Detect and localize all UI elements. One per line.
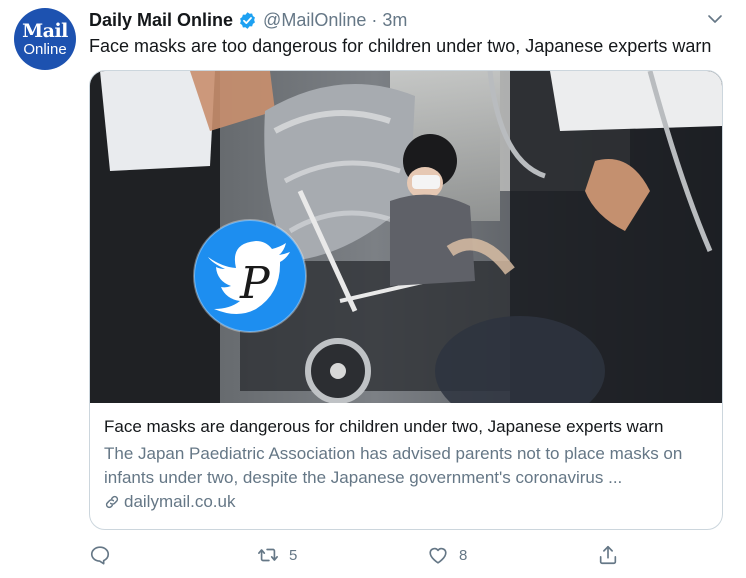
share-button[interactable] [597, 544, 619, 566]
tweet-header: Daily Mail Online @MailOnline · 3m [89, 8, 407, 32]
heart-icon [429, 547, 447, 564]
reply-button[interactable] [89, 544, 111, 566]
avatar-logo-line2: Online [23, 40, 67, 58]
retweet-count: 5 [289, 546, 298, 564]
card-domain-link[interactable]: dailymail.co.uk [104, 492, 714, 512]
chevron-down-icon[interactable] [706, 10, 724, 28]
verified-badge-icon [240, 11, 255, 29]
card-domain: dailymail.co.uk [124, 492, 236, 511]
reply-icon [90, 546, 110, 565]
watermark-badge: P [193, 219, 307, 333]
card-body: Face masks are dangerous for children un… [104, 417, 714, 512]
avatar[interactable]: Mail Online [14, 8, 76, 70]
share-icon [599, 545, 617, 565]
card-image[interactable]: P [90, 71, 723, 403]
link-card[interactable]: P Face masks are dangerous for children … [89, 70, 723, 530]
avatar-logo-line1: Mail [22, 19, 68, 42]
tweet-text: Face masks are too dangerous for childre… [89, 36, 712, 56]
display-name[interactable]: Daily Mail Online [89, 10, 233, 31]
action-bar: 5 8 [89, 536, 723, 576]
user-handle[interactable]: @MailOnline [263, 10, 366, 31]
card-description: The Japan Paediatric Association has adv… [104, 444, 683, 487]
retweet-button[interactable]: 5 [257, 544, 297, 566]
retweet-icon [258, 548, 278, 562]
like-button[interactable]: 8 [427, 544, 467, 566]
card-title[interactable]: Face masks are dangerous for children un… [104, 417, 714, 437]
link-icon [105, 495, 119, 509]
separator-dot: · [371, 9, 378, 30]
watermark-letter: P [239, 258, 271, 309]
like-count: 8 [459, 546, 468, 564]
timestamp[interactable]: 3m [382, 10, 407, 31]
